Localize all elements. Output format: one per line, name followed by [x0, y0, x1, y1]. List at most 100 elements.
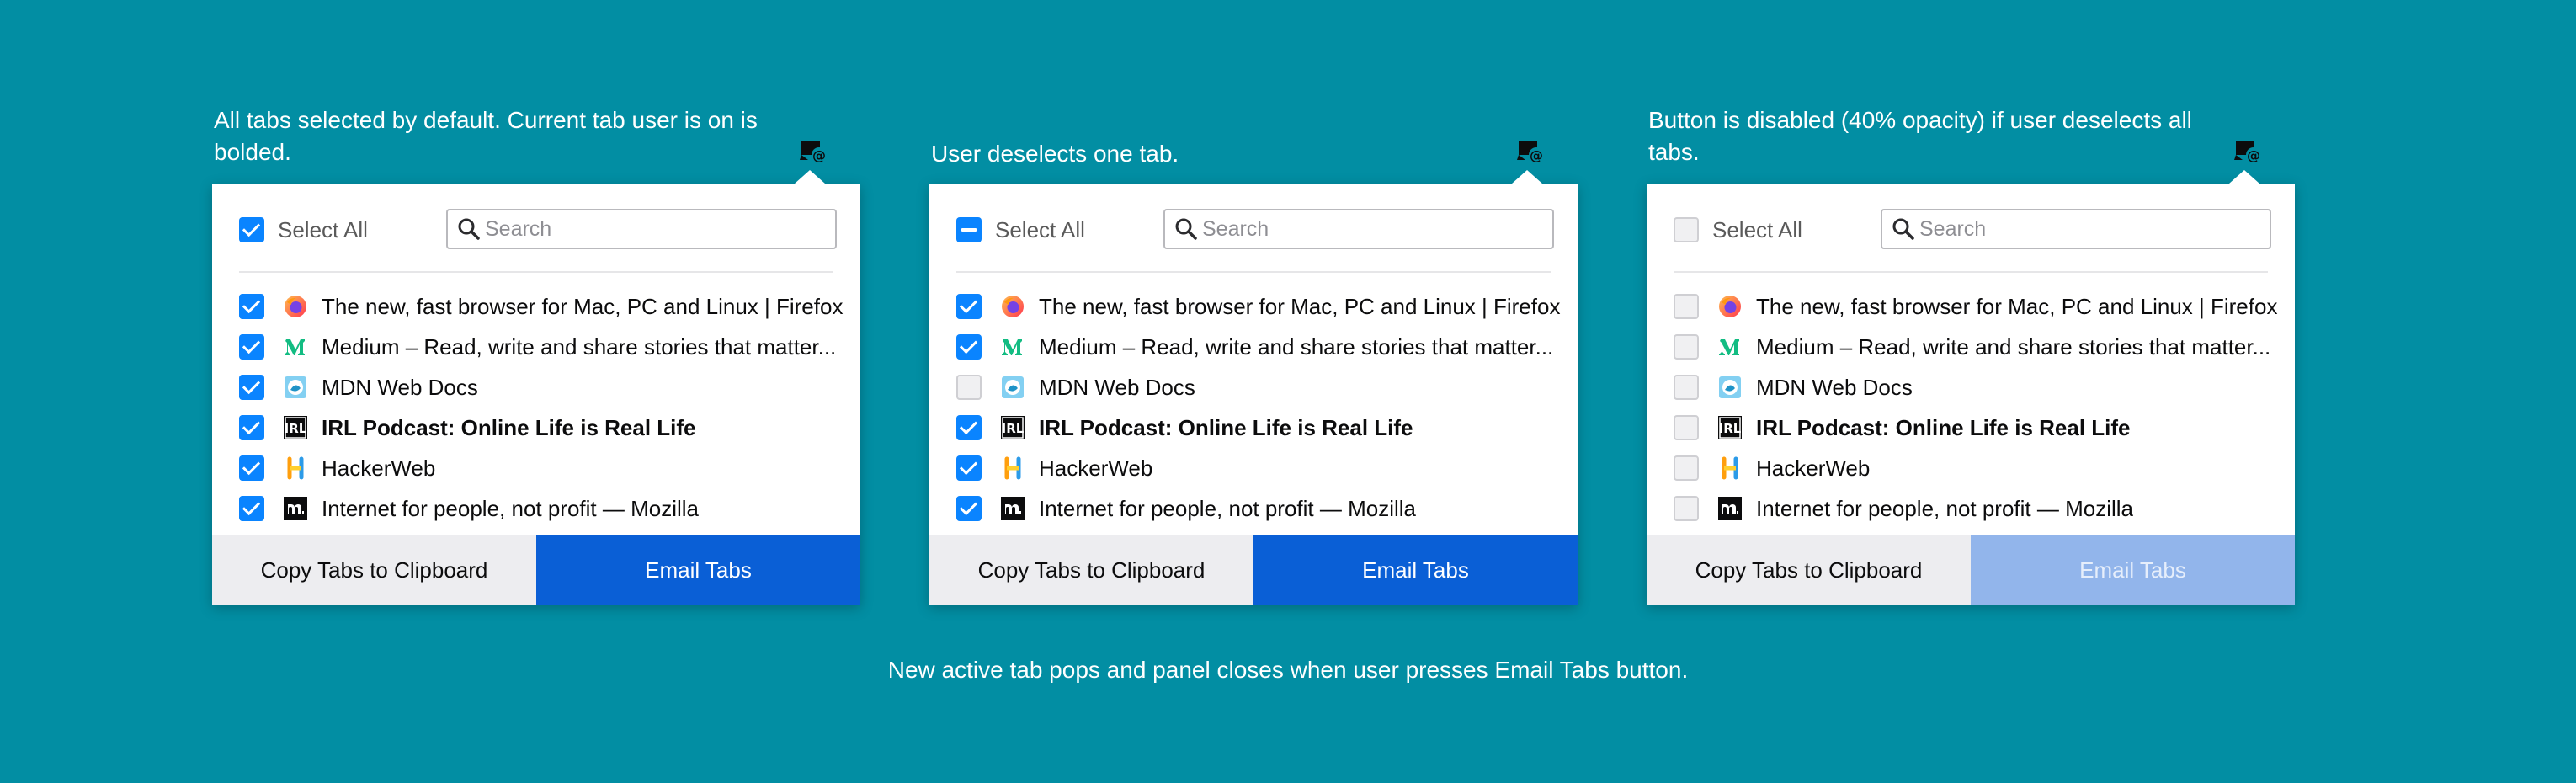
svg-text:IRL: IRL: [285, 421, 307, 436]
tab-title: IRL Podcast: Online Life is Real Life: [1039, 414, 1413, 440]
search-input[interactable]: [1202, 216, 1539, 242]
tab-checkbox[interactable]: [956, 455, 982, 481]
tab-title: Internet for people, not profit — Mozill…: [322, 495, 700, 521]
tab-row-irl[interactable]: IRL IRL Podcast: Online Life is Real Lif…: [1674, 407, 2271, 448]
copy-tabs-button[interactable]: Copy Tabs to Clipboard: [929, 535, 1253, 605]
firefox-icon: [1719, 296, 1741, 317]
tab-title: Internet for people, not profit — Mozill…: [1756, 495, 2134, 521]
tab-checkbox[interactable]: [239, 375, 264, 400]
tab-row-hackerweb[interactable]: HackerWeb: [956, 448, 1554, 488]
tab-checkbox[interactable]: [1674, 415, 1699, 440]
divider: [1674, 271, 2268, 273]
tab-title: HackerWeb: [322, 455, 436, 481]
tab-title: IRL Podcast: Online Life is Real Life: [322, 414, 696, 440]
tab-row-medium[interactable]: Medium – Read, write and share stories t…: [956, 327, 1554, 367]
mozilla-icon: [284, 497, 307, 520]
tab-checkbox[interactable]: [239, 496, 264, 521]
hackerweb-icon: [1722, 456, 1738, 480]
email-tabs-panel-3: Select All The new, fast browser for Mac…: [1647, 170, 2295, 605]
mozilla-icon: [1001, 497, 1025, 520]
email-tabs-button[interactable]: Email Tabs: [1253, 535, 1578, 605]
tab-checkbox[interactable]: [1674, 375, 1699, 400]
email-tabs-icon[interactable]: @: [1514, 135, 1547, 168]
tab-row-mozilla[interactable]: Internet for people, not profit — Mozill…: [956, 488, 1554, 529]
tab-title: Internet for people, not profit — Mozill…: [1039, 495, 1417, 521]
tab-row-mdn[interactable]: MDN Web Docs: [239, 367, 837, 407]
tab-checkbox[interactable]: [239, 294, 264, 319]
tab-row-firefox[interactable]: The new, fast browser for Mac, PC and Li…: [956, 286, 1560, 327]
firefox-icon: [285, 296, 306, 317]
tab-row-hackerweb[interactable]: HackerWeb: [1674, 448, 2271, 488]
tab-row-mozilla[interactable]: Internet for people, not profit — Mozill…: [1674, 488, 2271, 529]
tab-checkbox[interactable]: [239, 415, 264, 440]
tab-checkbox[interactable]: [239, 455, 264, 481]
tab-row-firefox[interactable]: The new, fast browser for Mac, PC and Li…: [1674, 286, 2277, 327]
select-all-checkbox[interactable]: [956, 217, 982, 242]
tab-row-irl[interactable]: IRL IRL Podcast: Online Life is Real Lif…: [956, 407, 1554, 448]
email-tabs-icon[interactable]: @: [796, 135, 830, 168]
tab-title: Medium – Read, write and share stories t…: [1756, 333, 2271, 360]
tab-title: Medium – Read, write and share stories t…: [1039, 333, 1554, 360]
mozilla-icon: [1718, 497, 1742, 520]
panel-footer: Copy Tabs to Clipboard Email Tabs: [1647, 535, 2295, 605]
medium-icon: [285, 339, 305, 355]
hackerweb-icon: [1004, 456, 1021, 480]
tab-checkbox[interactable]: [956, 496, 982, 521]
search-input[interactable]: [1919, 216, 2256, 242]
email-tabs-button-disabled: Email Tabs: [1971, 535, 2295, 605]
select-all-checkbox[interactable]: [1674, 217, 1699, 242]
email-tabs-button[interactable]: Email Tabs: [536, 535, 860, 605]
search-input[interactable]: [485, 216, 822, 242]
select-all[interactable]: Select All: [956, 216, 1085, 243]
tab-row-mdn[interactable]: MDN Web Docs: [956, 367, 1554, 407]
medium-icon: [1719, 339, 1739, 355]
tab-checkbox[interactable]: [956, 294, 982, 319]
mdn-icon: [1002, 376, 1024, 398]
bottom-note: New active tab pops and panel closes whe…: [887, 657, 1689, 683]
panel-3-caption: Button is disabled (40% opacity) if user…: [1648, 107, 2192, 165]
copy-tabs-button[interactable]: Copy Tabs to Clipboard: [212, 535, 536, 605]
tab-row-irl[interactable]: IRL IRL Podcast: Online Life is Real Lif…: [239, 407, 837, 448]
tab-title: MDN Web Docs: [1039, 374, 1195, 400]
tab-title: IRL Podcast: Online Life is Real Life: [1756, 414, 2131, 440]
medium-icon: [1002, 339, 1022, 355]
irl-icon: IRL: [284, 416, 307, 439]
svg-text:IRL: IRL: [1719, 421, 1742, 436]
tab-row-medium[interactable]: Medium – Read, write and share stories t…: [239, 327, 837, 367]
hackerweb-icon: [287, 456, 304, 480]
tab-row-mozilla[interactable]: Internet for people, not profit — Mozill…: [239, 488, 837, 529]
search-box[interactable]: [1163, 209, 1554, 249]
tab-checkbox[interactable]: [1674, 455, 1699, 481]
tab-checkbox[interactable]: [1674, 294, 1699, 319]
tab-title: HackerWeb: [1756, 455, 1871, 481]
copy-tabs-button[interactable]: Copy Tabs to Clipboard: [1647, 535, 1971, 605]
tab-row-firefox[interactable]: The new, fast browser for Mac, PC and Li…: [239, 286, 843, 327]
search-box[interactable]: [446, 209, 837, 249]
tab-row-mdn[interactable]: MDN Web Docs: [1674, 367, 2271, 407]
tab-row-medium[interactable]: Medium – Read, write and share stories t…: [1674, 327, 2271, 367]
svg-text:@: @: [2247, 147, 2260, 163]
tab-checkbox[interactable]: [956, 415, 982, 440]
tab-checkbox[interactable]: [239, 334, 264, 360]
tab-checkbox[interactable]: [1674, 334, 1699, 360]
tab-checkbox[interactable]: [956, 334, 982, 360]
panel-1-caption: All tabs selected by default. Current ta…: [214, 107, 758, 165]
search-box[interactable]: [1881, 209, 2271, 249]
tab-checkbox[interactable]: [956, 375, 982, 400]
email-tabs-panel-1: Select All The new, fast browser for Mac…: [212, 170, 860, 605]
tab-title: HackerWeb: [1039, 455, 1153, 481]
tab-list: The new, fast browser for Mac, PC and Li…: [1674, 286, 2277, 529]
select-all[interactable]: Select All: [239, 216, 368, 243]
email-tabs-icon: @: [2234, 141, 2261, 163]
irl-icon: IRL: [1001, 416, 1025, 439]
irl-icon: IRL: [1718, 416, 1742, 439]
tab-list: The new, fast browser for Mac, PC and Li…: [956, 286, 1560, 529]
select-all-checkbox[interactable]: [239, 217, 264, 242]
tab-list: The new, fast browser for Mac, PC and Li…: [239, 286, 843, 529]
tab-checkbox[interactable]: [1674, 496, 1699, 521]
divider: [956, 271, 1551, 273]
panel-2-caption: User deselects one tab.: [931, 141, 1179, 167]
search-icon: [1175, 218, 1197, 240]
tab-row-hackerweb[interactable]: HackerWeb: [239, 448, 837, 488]
select-all[interactable]: Select All: [1674, 216, 1802, 243]
